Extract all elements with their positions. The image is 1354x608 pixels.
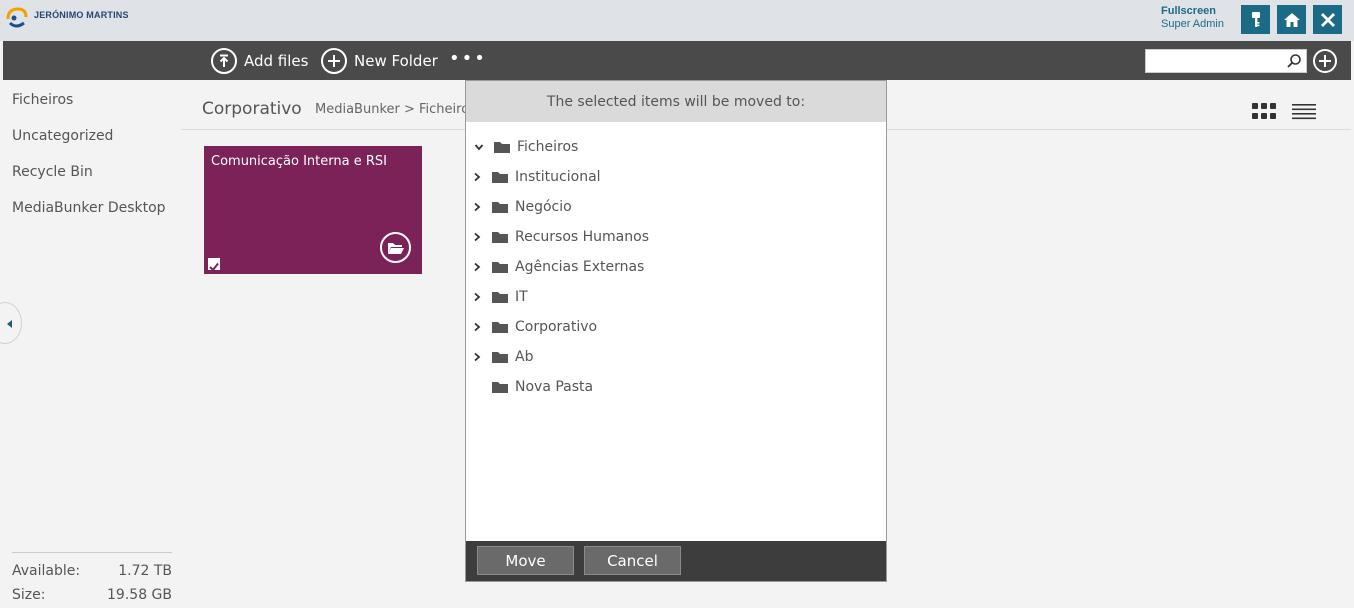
folder-icon — [492, 231, 508, 243]
search-box — [1145, 49, 1307, 73]
home-button[interactable] — [1277, 5, 1306, 34]
folder-icon — [492, 351, 508, 363]
chevron-right-icon[interactable] — [472, 262, 482, 272]
toolbar: Add files New Folder ••• — [3, 41, 1351, 80]
add-files-button[interactable]: Add files — [211, 48, 308, 74]
plus-icon — [1319, 55, 1331, 67]
search-input[interactable] — [1146, 50, 1276, 72]
check-icon — [209, 262, 219, 272]
sidebar-item-mediabunker-desktop[interactable]: MediaBunker Desktop — [12, 200, 166, 216]
key-button[interactable] — [1241, 5, 1270, 34]
tree-item-nova-pasta[interactable]: Nova Pasta — [492, 376, 593, 398]
top-bar: JERÓNIMO MARTINS Fullscreen Super Admin — [0, 0, 1354, 41]
tree-item-ab[interactable]: Ab — [472, 346, 533, 368]
breadcrumb[interactable]: MediaBunker > Ficheiros — [315, 102, 476, 117]
tree-item-recursos-humanos[interactable]: Recursos Humanos — [472, 226, 649, 248]
user-role: Super Admin — [1161, 18, 1224, 30]
cancel-button[interactable]: Cancel — [584, 546, 681, 575]
brand-name: JERÓNIMO MARTINS — [34, 10, 129, 20]
tree-item-label: IT — [515, 289, 528, 305]
open-folder-icon[interactable] — [380, 232, 411, 263]
tree-item-label: Negócio — [515, 199, 572, 215]
tree-item-label: Agências Externas — [515, 259, 645, 275]
tree-item-corporativo[interactable]: Corporativo — [472, 316, 597, 338]
sidebar-item-uncategorized[interactable]: Uncategorized — [12, 128, 113, 144]
tree-item-label: Nova Pasta — [515, 379, 594, 395]
folder-icon — [492, 381, 508, 393]
folder-icon — [492, 261, 508, 273]
dialog-header: The selected items will be moved to: — [466, 81, 886, 122]
grid-view-icon[interactable] — [1252, 103, 1276, 120]
tree-item-agencias-externas[interactable]: Agências Externas — [472, 256, 644, 278]
new-folder-label: New Folder — [354, 52, 438, 70]
fullscreen-link[interactable]: Fullscreen — [1161, 5, 1224, 18]
sidebar-item-ficheiros[interactable]: Ficheiros — [12, 92, 73, 108]
add-files-label: Add files — [244, 52, 309, 70]
move-dialog: The selected items will be moved to: Fic… — [465, 80, 887, 582]
chevron-right-icon[interactable] — [472, 202, 482, 212]
chevron-right-icon[interactable] — [472, 232, 482, 242]
folder-icon — [492, 201, 508, 213]
sidebar: Ficheiros Uncategorized Recycle Bin Medi… — [0, 80, 181, 608]
upload-icon — [211, 48, 237, 74]
move-button[interactable]: Move — [477, 546, 574, 575]
folder-tile-name: Comunicação Interna e RSI — [211, 154, 387, 169]
logo-icon — [6, 7, 28, 28]
chevron-right-icon[interactable] — [472, 172, 482, 182]
list-view-icon[interactable] — [1292, 103, 1316, 120]
folder-icon — [494, 141, 510, 153]
more-options-button[interactable]: ••• — [449, 50, 487, 68]
dialog-footer: Move Cancel — [466, 541, 886, 581]
tree-item-label: Ab — [515, 349, 534, 365]
size-value: 19.58 GB — [107, 587, 172, 603]
home-icon — [1283, 12, 1300, 27]
chevron-right-icon[interactable] — [472, 352, 482, 362]
add-button[interactable] — [1313, 49, 1337, 73]
user-info: Fullscreen Super Admin — [1161, 5, 1224, 31]
folder-icon — [492, 291, 508, 303]
close-button[interactable] — [1313, 5, 1342, 34]
new-folder-button[interactable]: New Folder — [321, 48, 438, 74]
tree-item-institucional[interactable]: Institucional — [472, 166, 601, 188]
chevron-down-icon[interactable] — [474, 142, 484, 152]
size-label: Size: — [12, 587, 46, 603]
search-icon[interactable] — [1286, 53, 1302, 69]
folder-tile[interactable]: Comunicação Interna e RSI — [204, 146, 422, 274]
available-value: 1.72 TB — [118, 563, 172, 579]
select-checkbox[interactable] — [208, 258, 220, 272]
folder-icon — [492, 171, 508, 183]
key-icon — [1251, 11, 1260, 27]
tree-item-label: Institucional — [515, 169, 601, 185]
close-icon — [1320, 12, 1335, 27]
available-label: Available: — [12, 563, 81, 579]
tree-item-ficheiros[interactable]: Ficheiros — [474, 136, 578, 158]
plus-icon — [321, 48, 347, 74]
storage-info: Available: 1.72 TB Size: 19.58 GB — [12, 552, 172, 607]
page-title: Corporativo — [202, 99, 302, 119]
folder-icon — [492, 321, 508, 333]
brand-logo: JERÓNIMO MARTINS — [4, 5, 129, 31]
tree-item-label: Ficheiros — [517, 139, 579, 155]
tree-item-label: Recursos Humanos — [515, 229, 649, 245]
tree-item-negocio[interactable]: Negócio — [472, 196, 572, 218]
chevron-right-icon[interactable] — [472, 322, 482, 332]
tree-item-it[interactable]: IT — [472, 286, 528, 308]
tree-item-label: Corporativo — [515, 319, 598, 335]
collapse-sidebar-button[interactable] — [0, 302, 22, 344]
chevron-right-icon[interactable] — [472, 292, 482, 302]
sidebar-item-recycle-bin[interactable]: Recycle Bin — [12, 164, 93, 180]
